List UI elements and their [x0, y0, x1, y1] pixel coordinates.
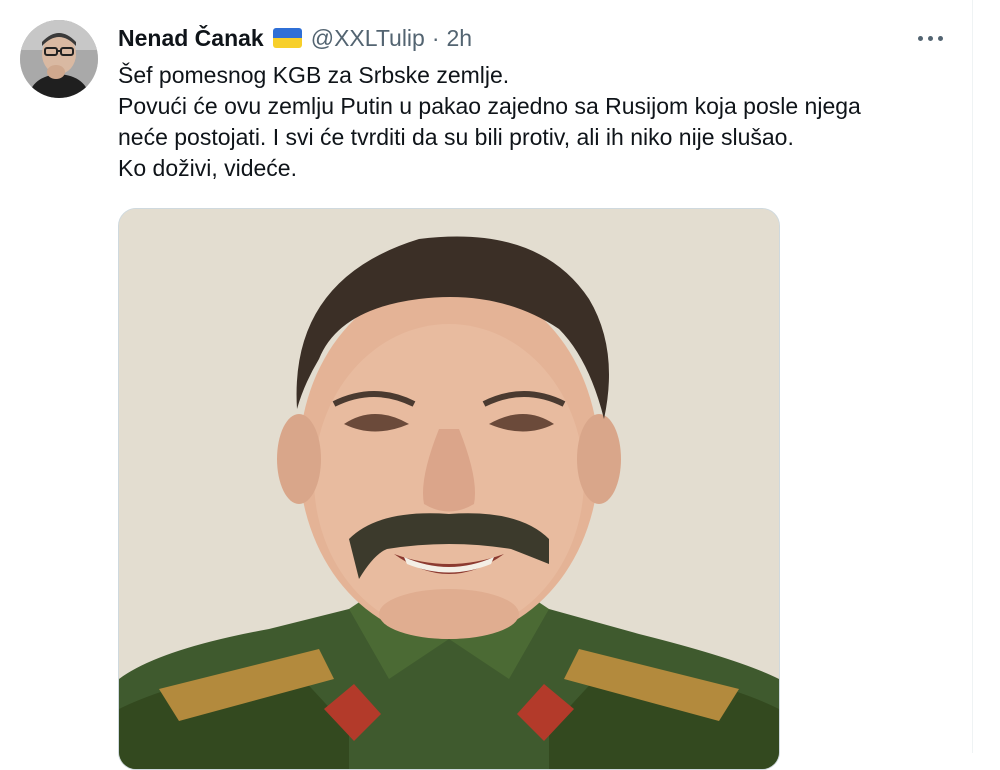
ukraine-flag-icon: [272, 28, 302, 48]
tweet-media-image[interactable]: [118, 208, 780, 770]
avatar[interactable]: [20, 20, 98, 98]
tweet-header: Nenad Čanak @XXLTulip · 2h: [118, 22, 472, 54]
tweet-text-line: Povući će ovu zemlju Putin u pakao zajed…: [118, 93, 861, 119]
tweet-text-line: neće postojati. I svi će tvrditi da su b…: [118, 124, 794, 150]
tweet-text-line: Ko doživi, videće.: [118, 155, 297, 181]
timestamp[interactable]: 2h: [447, 25, 473, 52]
display-name[interactable]: Nenad Čanak: [118, 25, 264, 52]
more-options-button[interactable]: [906, 22, 954, 54]
user-handle[interactable]: @XXLTulip: [311, 25, 425, 52]
tweet-viewport: Nenad Čanak @XXLTulip · 2h Šef pomesnog …: [0, 0, 1000, 770]
tweet-text-line: Šef pomesnog KGB za Srbske zemlje.: [118, 62, 510, 88]
more-horizontal-icon: [917, 35, 923, 41]
timeline-border: [972, 0, 973, 753]
separator-dot: ·: [431, 24, 440, 51]
tweet-card[interactable]: Nenad Čanak @XXLTulip · 2h Šef pomesnog …: [0, 0, 972, 770]
tweet-text: Šef pomesnog KGB za Srbske zemlje. Povuć…: [118, 60, 938, 184]
